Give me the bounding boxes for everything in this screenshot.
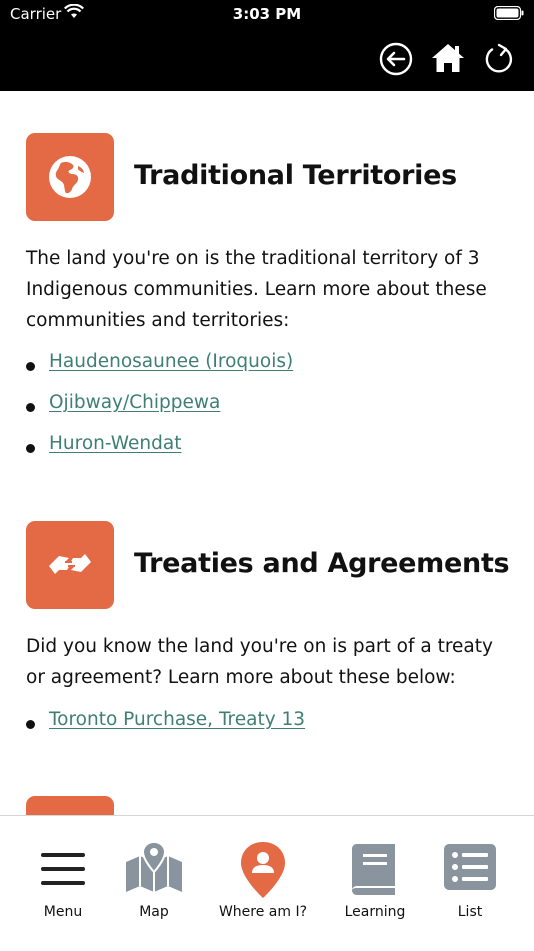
- tab-label: Menu: [43, 904, 83, 920]
- refresh-icon: [485, 43, 513, 73]
- status-bar: Carrier 3:03 PM: [0, 0, 534, 30]
- tab-label: Map: [139, 904, 169, 920]
- tab-where-am-i[interactable]: Where am I?: [215, 816, 311, 936]
- hamburger-menu-icon: [41, 853, 85, 885]
- section-description: Did you know the land you're on is part …: [26, 636, 493, 688]
- content-scroll-area[interactable]: Traditional Territories The land you're …: [0, 91, 534, 815]
- tab-list[interactable]: List: [422, 816, 518, 936]
- bottom-tab-bar: Menu Map Where am I? Learning List: [0, 815, 534, 951]
- globe-icon: [49, 156, 91, 198]
- refresh-button[interactable]: [481, 41, 517, 77]
- section-icon-tile: [26, 521, 114, 609]
- list-icon: [444, 844, 496, 890]
- section-title: Treaties and Agreements: [134, 548, 510, 579]
- next-section-peek: [26, 796, 516, 815]
- book-icon: [352, 844, 395, 895]
- battery-icon: [494, 6, 524, 20]
- treaties-agreements-section: Treaties and Agreements Did you know the…: [26, 521, 516, 761]
- section-icon-tile: [26, 133, 114, 221]
- status-time: 3:03 PM: [232, 5, 302, 23]
- community-link-huron-wendat[interactable]: Huron-Wendat: [49, 433, 181, 454]
- community-link-ojibway[interactable]: Ojibway/Chippewa: [49, 392, 220, 413]
- treaty-link-toronto-purchase[interactable]: Toronto Purchase, Treaty 13: [49, 709, 305, 730]
- back-circle-arrow-icon: [379, 42, 413, 76]
- traditional-territories-section: Traditional Territories The land you're …: [26, 133, 516, 513]
- bullet: [26, 403, 35, 412]
- home-icon: [432, 44, 464, 72]
- top-bar: Carrier 3:03 PM: [0, 0, 534, 91]
- back-button[interactable]: [378, 41, 414, 77]
- bullet: [26, 362, 35, 371]
- bullet: [26, 720, 35, 729]
- tab-menu[interactable]: Menu: [15, 816, 111, 936]
- map-icon: [126, 840, 182, 892]
- tab-label: Where am I?: [218, 904, 308, 920]
- tab-label: List: [457, 904, 483, 920]
- tab-map[interactable]: Map: [106, 816, 202, 936]
- section-icon-tile: [26, 796, 114, 815]
- community-link-haudenosaunee[interactable]: Haudenosaunee (Iroquois): [49, 351, 293, 372]
- home-button[interactable]: [430, 41, 466, 77]
- tab-label: Learning: [344, 904, 406, 920]
- section-description: The land you're on is the traditional te…: [26, 248, 487, 331]
- section-title: Traditional Territories: [134, 160, 457, 191]
- tab-learning[interactable]: Learning: [327, 816, 423, 936]
- handshake-icon: [49, 554, 91, 574]
- location-pin-person-icon: [241, 842, 285, 898]
- bullet: [26, 444, 35, 453]
